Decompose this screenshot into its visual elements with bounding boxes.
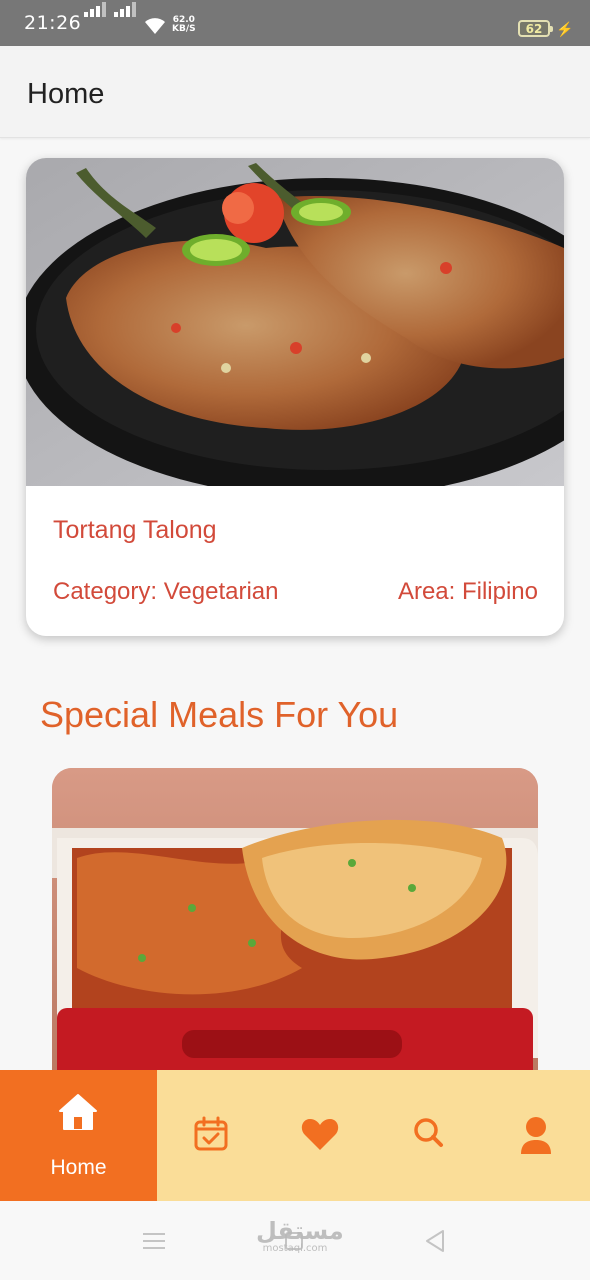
section-title: Special Meals For You (40, 694, 399, 735)
page-title: Home (27, 78, 105, 110)
meal-area: Area: Filipino (397, 578, 538, 605)
meal-category: Category: Vegetarian (53, 578, 279, 605)
battery-icon: 62 (518, 20, 553, 37)
wifi-icon (145, 18, 165, 34)
meal-name: Tortang Talong (53, 516, 217, 544)
status-bar: 21:26 62.0 KB/S 62 ⚡ (0, 0, 590, 46)
watermark: مستقل mostaql.com (256, 1217, 344, 1254)
nav-home[interactable]: Home (0, 1070, 157, 1201)
watermark-arabic: مستقل (256, 1217, 344, 1245)
system-nav-bar: مستقل mostaql.com (0, 1201, 590, 1280)
special-meal-photo (52, 768, 538, 1098)
nav-search[interactable] (383, 1070, 473, 1201)
nav-favorites[interactable] (275, 1070, 365, 1201)
nav-profile[interactable] (491, 1070, 581, 1201)
charging-bolt-icon: ⚡ (556, 21, 574, 37)
user-icon (521, 1117, 551, 1154)
watermark-latin: mostaql.com (262, 1243, 328, 1254)
featured-meal-card[interactable]: Tortang Talong Category: Vegetarian Area… (26, 158, 564, 636)
nav-home-label: Home (50, 1156, 107, 1179)
network-speed-unit: KB/S (172, 24, 196, 34)
back-icon[interactable] (424, 1229, 446, 1253)
app-bar: Home (0, 46, 590, 138)
battery-level: 62 (525, 21, 543, 36)
calendar-check-icon (194, 1116, 228, 1151)
network-speed: 62.0 KB/S (172, 16, 196, 34)
recent-apps-icon[interactable] (143, 1233, 165, 1249)
meal-photo (26, 158, 564, 486)
nav-calendar[interactable] (166, 1070, 256, 1201)
search-icon (414, 1118, 443, 1147)
special-meal-card[interactable] (52, 768, 538, 1098)
home-icon (59, 1094, 97, 1130)
bottom-nav: Home (0, 1070, 590, 1201)
status-time: 21:26 (24, 12, 82, 34)
heart-icon (301, 1119, 339, 1150)
